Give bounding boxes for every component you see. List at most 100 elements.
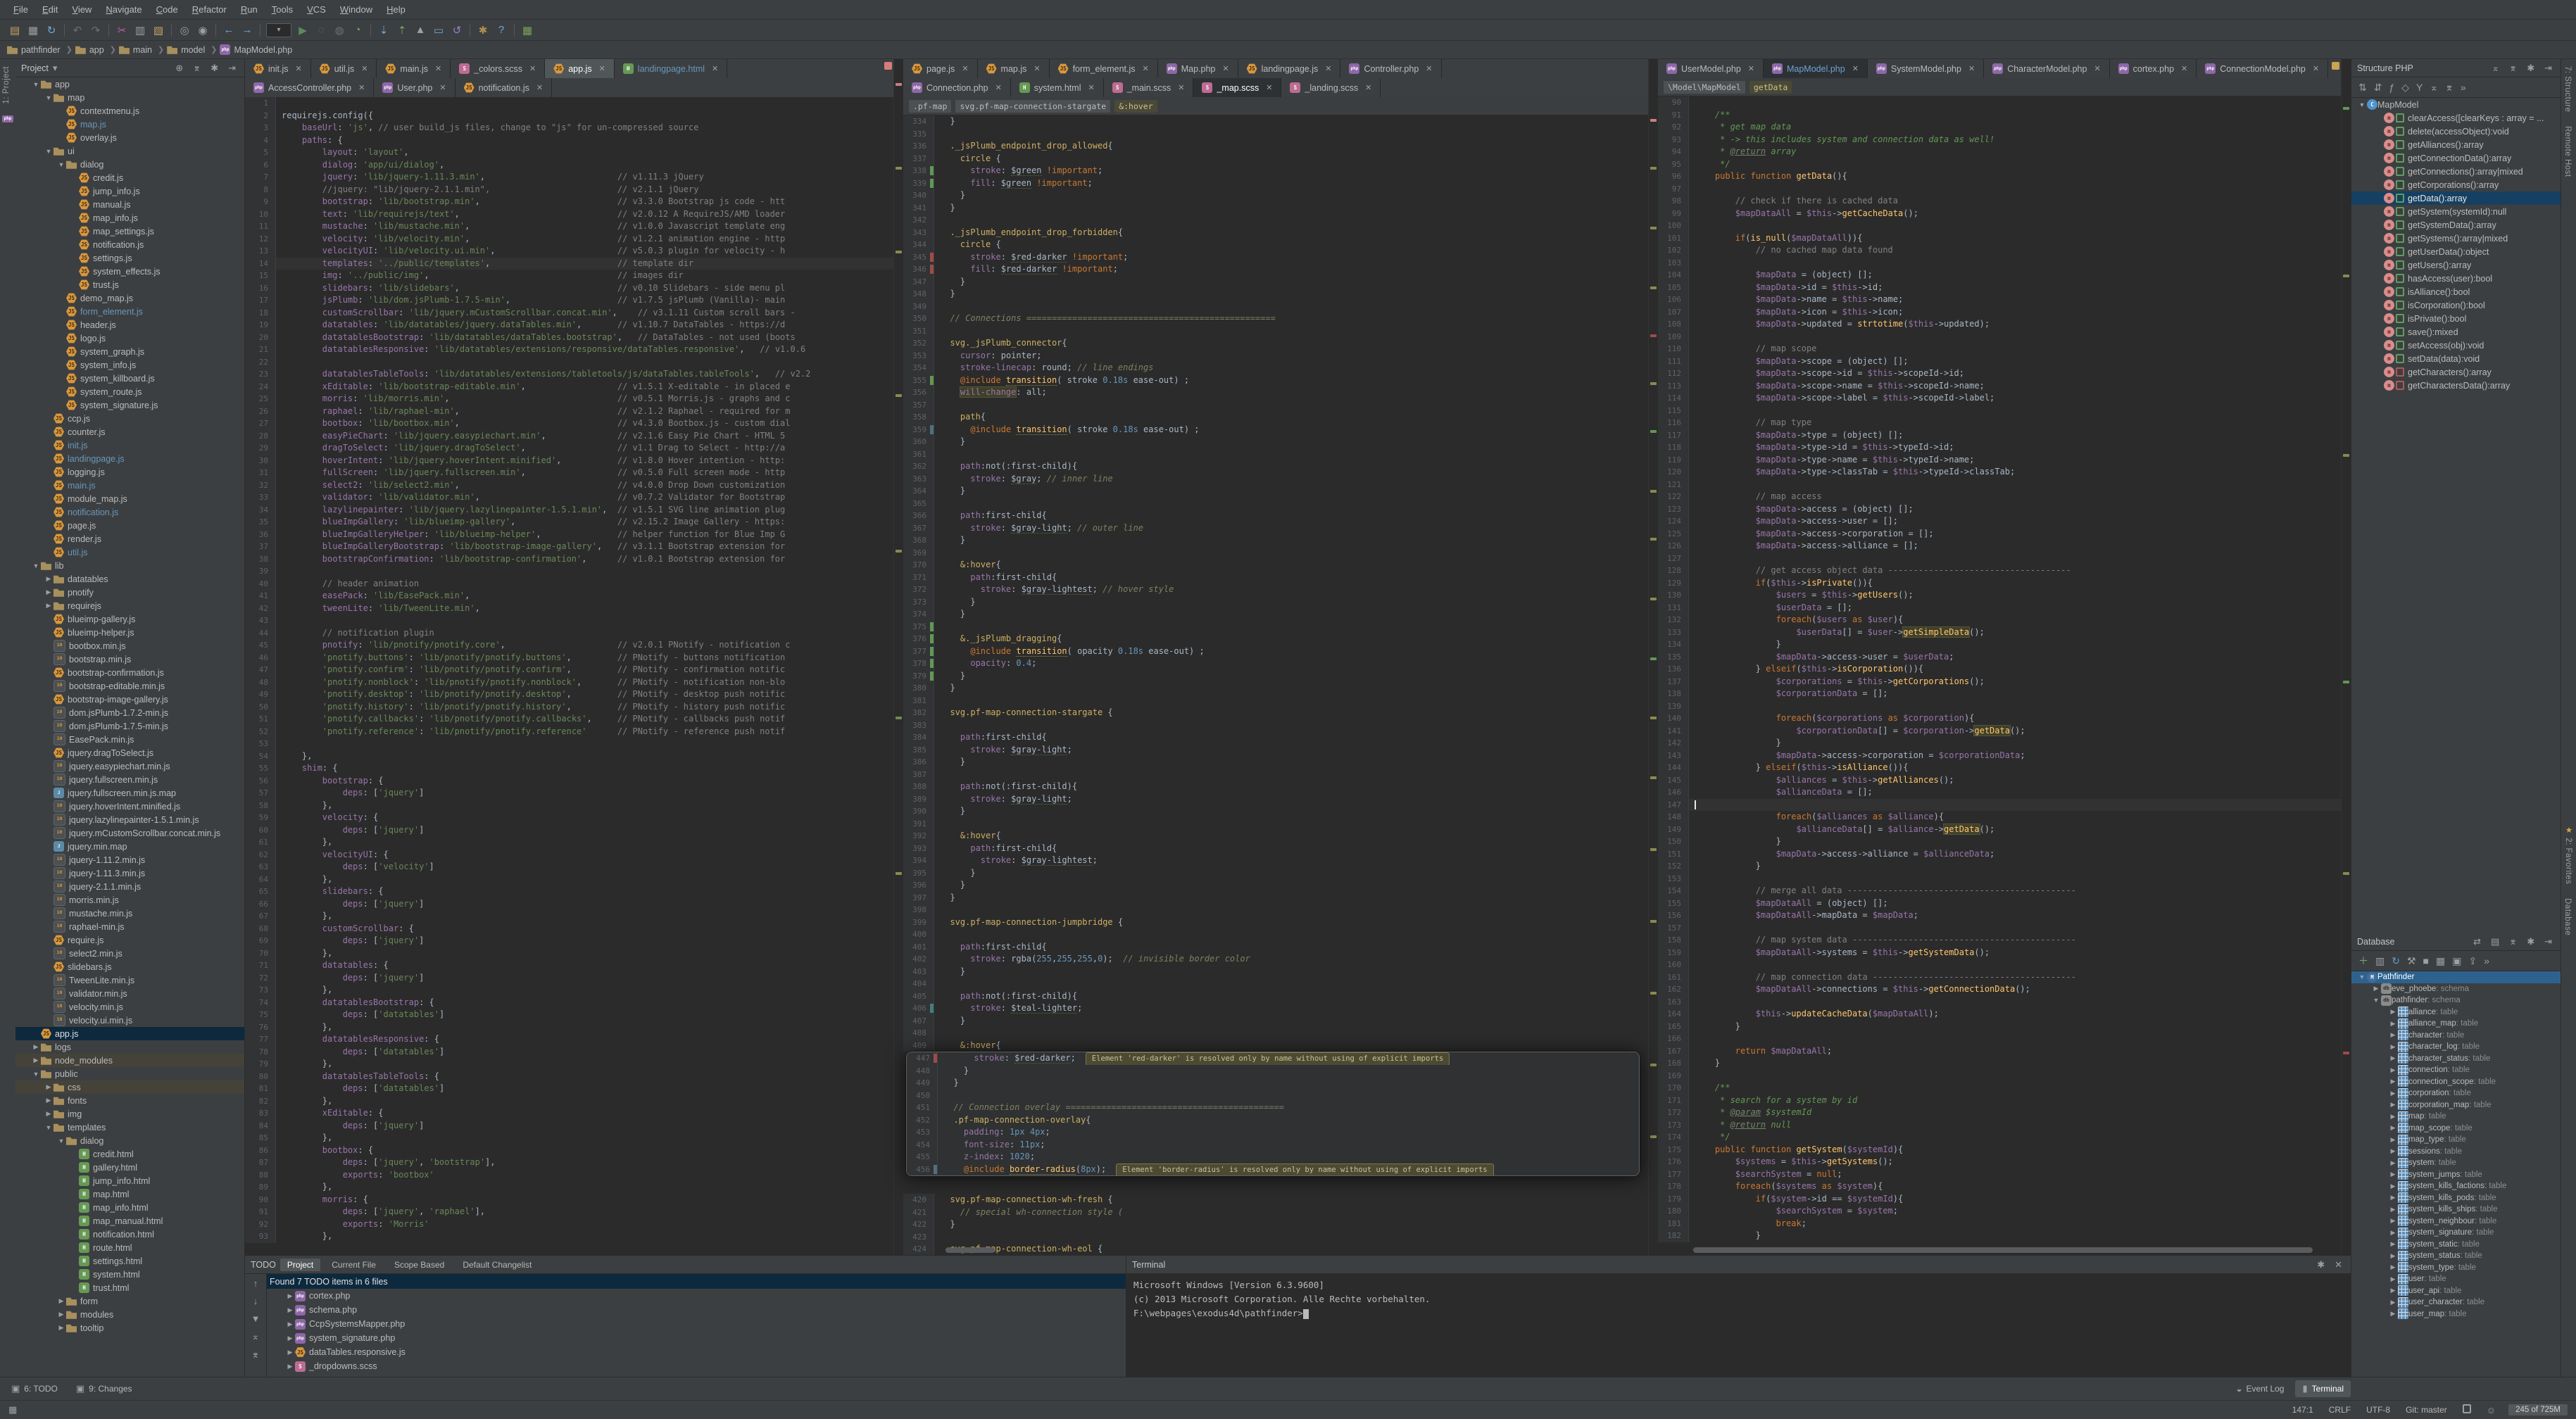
project-tree-row[interactable]: JSsystem_signature.js bbox=[15, 398, 244, 412]
close-icon[interactable]: ✕ bbox=[599, 64, 605, 73]
status-vcs-branch[interactable]: Git: master bbox=[2406, 1405, 2447, 1415]
stripe-button-7-structure[interactable]: 7: Structure bbox=[2561, 59, 2574, 119]
console-icon[interactable]: ▣ bbox=[2452, 955, 2461, 967]
tab-landingpage.html[interactable]: Hlandingpage.html✕ bbox=[615, 59, 727, 78]
close-icon[interactable]: ✕ bbox=[1852, 64, 1859, 73]
project-structure-icon[interactable]: ▦ bbox=[518, 22, 536, 39]
tab-AccessController.php[interactable]: phpAccessController.php✕ bbox=[245, 78, 374, 97]
chevron-collapsed-icon[interactable]: ▶ bbox=[2388, 1147, 2398, 1155]
structure-method-row[interactable]: msetAccess(obj):void bbox=[2351, 339, 2561, 352]
chevron-collapsed-icon[interactable]: ▶ bbox=[2388, 1240, 2398, 1248]
chevron-collapsed-icon[interactable]: ▶ bbox=[2388, 1113, 2398, 1121]
chevron-collapsed-icon[interactable]: ▶ bbox=[2388, 1090, 2398, 1097]
project-tree-row[interactable]: JSrequire.js bbox=[15, 933, 244, 947]
tab-MapModel.php[interactable]: phpMapModel.php✕ bbox=[1764, 59, 1868, 78]
more-icon[interactable]: » bbox=[2484, 955, 2489, 966]
project-tree-row[interactable]: Hsettings.html bbox=[15, 1254, 244, 1268]
close-icon[interactable]: ✕ bbox=[1365, 83, 1371, 92]
hide-panel-icon[interactable]: ⇥ bbox=[225, 63, 239, 74]
database-table-row[interactable]: ▶character: table bbox=[2351, 1030, 2561, 1042]
database-table-row[interactable]: ▶alliance_map: table bbox=[2351, 1018, 2561, 1030]
rollback-icon[interactable]: ↺ bbox=[448, 22, 466, 39]
wrench-icon[interactable]: ⚒ bbox=[2407, 955, 2416, 967]
close-icon[interactable]: ✕ bbox=[962, 64, 968, 73]
coverage-icon[interactable]: ◍ bbox=[330, 22, 348, 39]
project-tree-row[interactable]: JSbootstrap-confirmation.js bbox=[15, 666, 244, 679]
code-area[interactable]: 12requirejs.config({3 baseUrl: 'js', // … bbox=[245, 97, 903, 1255]
chevron-collapsed-icon[interactable]: ▶ bbox=[44, 1097, 54, 1104]
tab-CharacterModel.php[interactable]: phpCharacterModel.php✕ bbox=[1984, 59, 2109, 78]
expand-all-icon[interactable]: ⌅ bbox=[2489, 63, 2502, 74]
cut-icon[interactable]: ✂ bbox=[113, 22, 131, 39]
collapse-all-icon[interactable]: ⌆ bbox=[2506, 63, 2520, 74]
todo-tab-scope-based[interactable]: Scope Based bbox=[387, 1259, 451, 1271]
close-icon[interactable]: ✕ bbox=[536, 83, 543, 92]
project-tree-row[interactable]: JScounter.js bbox=[15, 425, 244, 439]
database-table-row[interactable]: ▶system_kills_factions: table bbox=[2351, 1180, 2561, 1192]
open-icon[interactable]: ▤ bbox=[6, 22, 24, 39]
database-table-row[interactable]: ▶system_signature: table bbox=[2351, 1227, 2561, 1239]
database-table-row[interactable]: ▶user_map: table bbox=[2351, 1308, 2561, 1320]
expand-all-icon[interactable]: ⌅ bbox=[252, 1331, 260, 1342]
chevron-collapsed-icon[interactable]: ▶ bbox=[2388, 1136, 2398, 1144]
project-tree-row[interactable]: Hsystem.html bbox=[15, 1268, 244, 1281]
project-tree-row[interactable]: 10validator.min.js bbox=[15, 987, 244, 1000]
tab-_colors.scss[interactable]: S_colors.scss✕ bbox=[451, 59, 545, 78]
database-table-row[interactable]: ▶sessions: table bbox=[2351, 1146, 2561, 1158]
project-tree-row[interactable]: Hmap_info.html bbox=[15, 1201, 244, 1214]
tab-app.js[interactable]: JSapp.js✕ bbox=[545, 59, 615, 78]
project-tree-row[interactable]: JSapp.js bbox=[15, 1027, 244, 1040]
database-table-row[interactable]: ▶user_api: table bbox=[2351, 1285, 2561, 1297]
project-tree-row[interactable]: JSbootstrap-image-gallery.js bbox=[15, 693, 244, 706]
sort-alpha-icon[interactable]: ⇵ bbox=[2374, 82, 2382, 94]
close-icon[interactable]: ✕ bbox=[295, 64, 301, 73]
chevron-collapsed-icon[interactable]: ▶ bbox=[2388, 1171, 2398, 1178]
chevron-expanded-icon[interactable]: ▼ bbox=[44, 1124, 54, 1131]
project-tree-row[interactable]: JSjump_info.js bbox=[15, 184, 244, 198]
project-tree-row[interactable]: JSsystem_graph.js bbox=[15, 345, 244, 358]
database-table-row[interactable]: ▶corporation: table bbox=[2351, 1087, 2561, 1099]
project-tree-row[interactable]: 10jquery.fullscreen.min.js bbox=[15, 773, 244, 786]
project-tree-row[interactable]: Htrust.html bbox=[15, 1281, 244, 1294]
chevron-collapsed-icon[interactable]: ▶ bbox=[44, 1110, 54, 1118]
project-tree-row[interactable]: ▶logs bbox=[15, 1040, 244, 1054]
close-icon[interactable]: ✕ bbox=[529, 64, 536, 73]
breadcrumb-item[interactable]: pathfinder bbox=[7, 44, 61, 55]
tab-Connection.php[interactable]: phpConnection.php✕ bbox=[903, 78, 1011, 97]
paste-icon[interactable]: ▧ bbox=[149, 22, 168, 39]
project-tree-row[interactable]: ▶form bbox=[15, 1294, 244, 1308]
hector-icon[interactable]: ☺ bbox=[2487, 1405, 2496, 1415]
structure-method-row[interactable]: mgetCharactersData():array bbox=[2351, 379, 2561, 392]
database-table-row[interactable]: ▶user_character: table bbox=[2351, 1297, 2561, 1308]
chevron-collapsed-icon[interactable]: ▶ bbox=[31, 1057, 41, 1064]
chevron-collapsed-icon[interactable]: ▶ bbox=[285, 1335, 295, 1342]
editor-right[interactable]: phpUserModel.php✕phpMapModel.php✕phpSyst… bbox=[1658, 59, 2351, 1255]
gear-icon[interactable]: ✱ bbox=[2524, 63, 2537, 74]
project-tree-row[interactable]: ▶img bbox=[15, 1107, 244, 1121]
database-table-row[interactable]: ▶alliance: table bbox=[2351, 1007, 2561, 1018]
structure-method-row[interactable]: msetData(data):void bbox=[2351, 352, 2561, 365]
chevron-collapsed-icon[interactable]: ▶ bbox=[2388, 1066, 2398, 1074]
tool-button-event-log[interactable]: ◒Event Log bbox=[2230, 1381, 2292, 1397]
tab-Controller.php[interactable]: phpController.php✕ bbox=[1340, 59, 1441, 78]
synchronize-icon[interactable]: ↻ bbox=[42, 22, 61, 39]
project-tree-row[interactable]: JScredit.js bbox=[15, 171, 244, 184]
structure-method-row[interactable]: mgetData():array bbox=[2351, 191, 2561, 205]
chevron-collapsed-icon[interactable]: ▶ bbox=[285, 1349, 295, 1356]
save-all-icon[interactable]: ▦ bbox=[24, 22, 42, 39]
collapse-all-icon[interactable]: ⌆ bbox=[252, 1349, 260, 1361]
menu-vcs[interactable]: VCS bbox=[301, 2, 332, 17]
project-tree-row[interactable]: JSpage.js bbox=[15, 519, 244, 532]
project-tree-row[interactable]: 10EasePack.min.js bbox=[15, 733, 244, 746]
structure-method-row[interactable]: mgetConnections():array|mixed bbox=[2351, 165, 2561, 178]
project-tree-row[interactable]: ▶modules bbox=[15, 1308, 244, 1321]
table-view-icon[interactable]: ▦ bbox=[2436, 955, 2445, 967]
close-icon[interactable]: ✕ bbox=[995, 83, 1002, 92]
structure-method-row[interactable]: mdelete(accessObject):void bbox=[2351, 125, 2561, 138]
chevron-collapsed-icon[interactable]: ▶ bbox=[2388, 1159, 2398, 1167]
undo-icon[interactable]: ↶ bbox=[68, 22, 87, 39]
database-table-row[interactable]: ▶system_type: table bbox=[2351, 1262, 2561, 1274]
project-tree-row[interactable]: Hmap_manual.html bbox=[15, 1214, 244, 1228]
tab-landingpage.js[interactable]: JSlandingpage.js✕ bbox=[1238, 59, 1341, 78]
structure-method-row[interactable]: misCorporation():bool bbox=[2351, 298, 2561, 312]
